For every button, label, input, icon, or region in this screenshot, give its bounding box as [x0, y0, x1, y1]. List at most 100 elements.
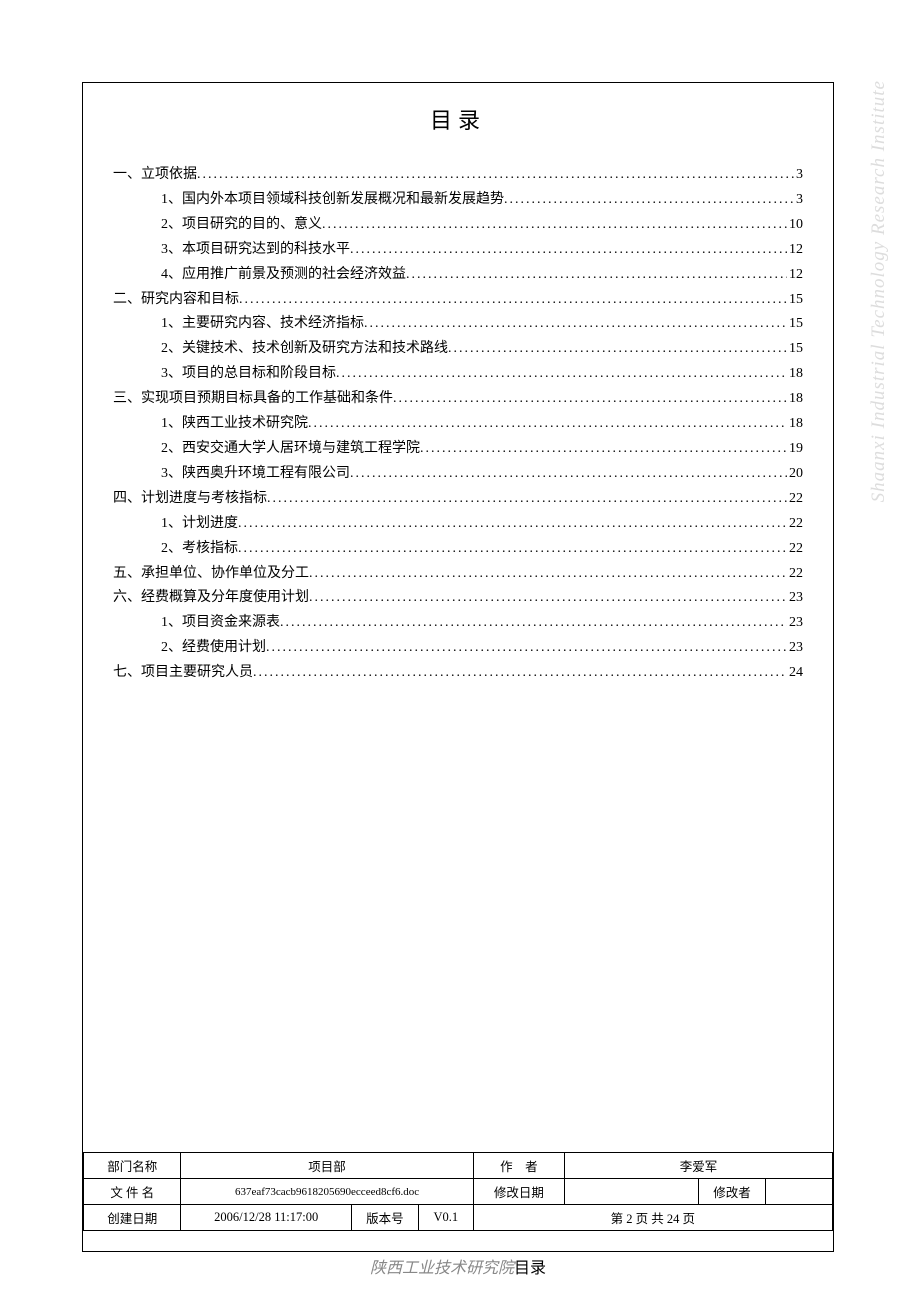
toc-entry: 1、主要研究内容、技术经济指标 15: [113, 312, 803, 337]
toc-dots: [238, 537, 787, 562]
label-create-date: 创建日期: [84, 1205, 181, 1231]
toc-label: 4、应用推广前景及预测的社会经济效益: [161, 263, 406, 288]
table-of-contents: 一、立项依据31、国内外本项目领域科技创新发展概况和最新发展趋势32、项目研究的…: [113, 163, 803, 686]
watermark-text: Shaanxi Industrial Technology Research I…: [868, 80, 890, 502]
toc-entry: 3、陕西奥升环境工程有限公司20: [113, 462, 803, 487]
toc-label: 3、本项目研究达到的科技水平: [161, 238, 350, 263]
value-project-dept: 项目部: [181, 1153, 473, 1179]
value-version: V0.1: [418, 1205, 473, 1231]
toc-dots: [504, 188, 794, 213]
toc-page-number: 23: [787, 636, 803, 661]
toc-page-number: 22: [787, 487, 803, 512]
toc-dots: [308, 412, 787, 437]
toc-entry: 1、国内外本项目领域科技创新发展概况和最新发展趋势 3: [113, 188, 803, 213]
toc-page-number: 15: [787, 312, 803, 337]
toc-dots: [253, 661, 787, 686]
toc-entry: 四、计划进度与考核指标 22: [113, 487, 803, 512]
toc-entry: 1、陕西工业技术研究院 18: [113, 412, 803, 437]
toc-page-number: 19: [787, 437, 803, 462]
value-modifier: [765, 1179, 832, 1205]
label-filename: 文 件 名: [84, 1179, 181, 1205]
toc-page-number: 12: [787, 238, 803, 263]
toc-page-number: 12: [787, 263, 803, 288]
toc-label: 1、主要研究内容、技术经济指标: [161, 312, 364, 337]
toc-page-number: 15: [787, 337, 803, 362]
toc-dots: [309, 586, 787, 611]
toc-dots: [364, 312, 787, 337]
toc-page-number: 18: [787, 362, 803, 387]
toc-page-number: 22: [787, 562, 803, 587]
toc-label: 七、项目主要研究人员: [113, 661, 253, 686]
toc-page-number: 18: [787, 387, 803, 412]
page-frame: 目录 一、立项依据31、国内外本项目领域科技创新发展概况和最新发展趋势32、项目…: [82, 82, 834, 1252]
toc-page-number: 22: [787, 512, 803, 537]
toc-dots: [406, 263, 787, 288]
toc-entry: 二、研究内容和目标 15: [113, 288, 803, 313]
toc-dots: [336, 362, 787, 387]
toc-page-number: 23: [787, 586, 803, 611]
label-modifier: 修改者: [698, 1179, 765, 1205]
toc-page-number: 23: [787, 611, 803, 636]
toc-page-number: 10: [787, 213, 803, 238]
toc-label: 1、计划进度: [161, 512, 238, 537]
toc-entry: 2、关键技术、技术创新及研究方法和技术路线 15: [113, 337, 803, 362]
value-filename: 637eaf73cacb9618205690ecceed8cf6.doc: [181, 1179, 473, 1205]
toc-entry: 2、考核指标 22: [113, 537, 803, 562]
toc-dots: [350, 462, 787, 487]
table-row: 创建日期 2006/12/28 11:17:00 版本号 V0.1 第 2 页 …: [84, 1205, 833, 1231]
label-version: 版本号: [351, 1205, 418, 1231]
toc-entry: 2、经费使用计划23: [113, 636, 803, 661]
toc-dots: [197, 163, 794, 188]
value-modify-date: [565, 1179, 699, 1205]
toc-label: 四、计划进度与考核指标: [113, 487, 267, 512]
toc-entry: 1、计划进度 22: [113, 512, 803, 537]
toc-label: 1、国内外本项目领域科技创新发展概况和最新发展趋势: [161, 188, 504, 213]
toc-label: 五、承担单位、协作单位及分工: [113, 562, 309, 587]
toc-label: 2、考核指标: [161, 537, 238, 562]
toc-label: 2、关键技术、技术创新及研究方法和技术路线: [161, 337, 448, 362]
footer-suffix: 目录: [514, 1260, 546, 1277]
value-create-date: 2006/12/28 11:17:00: [181, 1205, 352, 1231]
footer-org: 陕西工业技术研究院: [370, 1260, 514, 1277]
toc-entry: 七、项目主要研究人员 24: [113, 661, 803, 686]
toc-entry: 五、承担单位、协作单位及分工 22: [113, 562, 803, 587]
toc-dots: [267, 487, 787, 512]
value-author: 李爱军: [565, 1153, 833, 1179]
label-dept: 部门名称: [84, 1153, 181, 1179]
toc-label: 1、陕西工业技术研究院: [161, 412, 308, 437]
toc-entry: 1、项目资金来源表 23: [113, 611, 803, 636]
toc-page-number: 3: [794, 188, 803, 213]
toc-dots: [239, 288, 787, 313]
footer-metadata-table: 部门名称 项目部 作 者 李爱军 文 件 名 637eaf73cacb96182…: [83, 1152, 833, 1231]
value-page-info: 第 2 页 共 24 页: [473, 1205, 832, 1231]
toc-label: 2、西安交通大学人居环境与建筑工程学院: [161, 437, 420, 462]
toc-dots: [280, 611, 787, 636]
toc-entry: 2、西安交通大学人居环境与建筑工程学院 19: [113, 437, 803, 462]
label-modify-date: 修改日期: [473, 1179, 564, 1205]
page-title: 目录: [113, 103, 803, 135]
toc-entry: 一、立项依据 3: [113, 163, 803, 188]
toc-label: 二、研究内容和目标: [113, 288, 239, 313]
toc-dots: [448, 337, 787, 362]
toc-dots: [393, 387, 787, 412]
toc-dots: [309, 562, 787, 587]
label-author: 作 者: [473, 1153, 564, 1179]
toc-page-number: 24: [787, 661, 803, 686]
toc-page-number: 18: [787, 412, 803, 437]
toc-label: 三、实现项目预期目标具备的工作基础和条件: [113, 387, 393, 412]
toc-label: 3、项目的总目标和阶段目标: [161, 362, 336, 387]
toc-label: 一、立项依据: [113, 163, 197, 188]
toc-label: 2、项目研究的目的、意义: [161, 213, 322, 238]
toc-entry: 六、经费概算及分年度使用计划23: [113, 586, 803, 611]
toc-label: 1、项目资金来源表: [161, 611, 280, 636]
toc-page-number: 3: [794, 163, 803, 188]
toc-entry: 2、项目研究的目的、意义 10: [113, 213, 803, 238]
toc-page-number: 22: [787, 537, 803, 562]
toc-dots: [322, 213, 787, 238]
toc-dots: [266, 636, 787, 661]
toc-page-number: 15: [787, 288, 803, 313]
toc-dots: [420, 437, 787, 462]
toc-entry: 4、应用推广前景及预测的社会经济效益 12: [113, 263, 803, 288]
toc-entry: 三、实现项目预期目标具备的工作基础和条件 18: [113, 387, 803, 412]
toc-dots: [238, 512, 787, 537]
